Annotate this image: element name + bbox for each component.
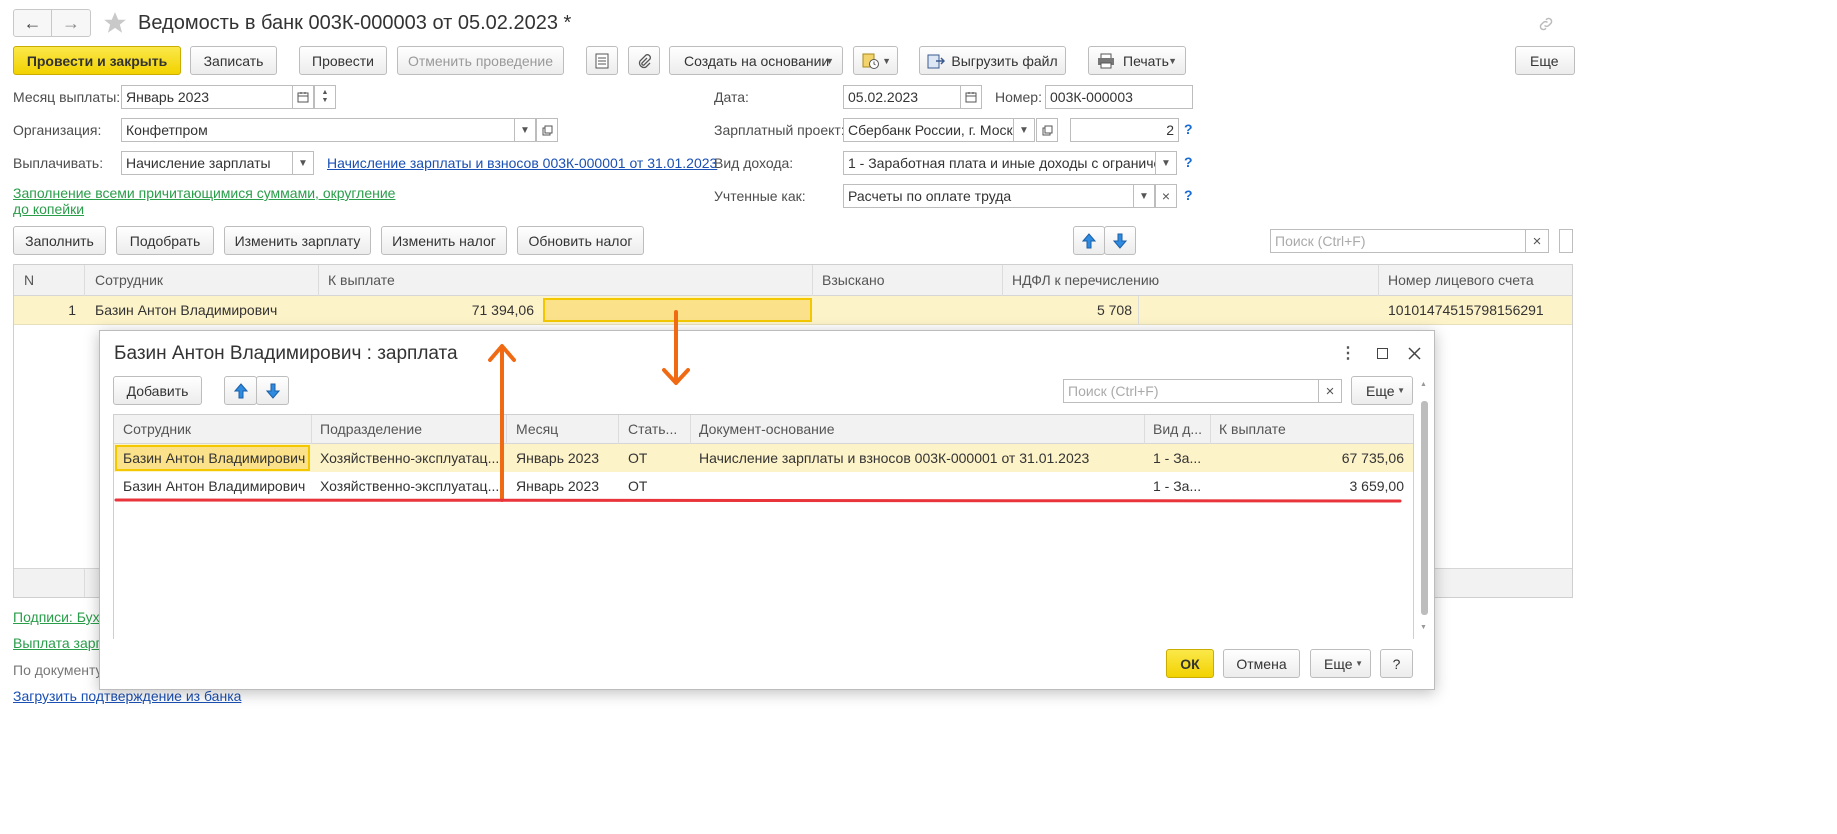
annotation-arrow-up xyxy=(488,344,516,502)
annotation-underline xyxy=(114,497,1402,503)
annotation-layer xyxy=(114,310,1402,503)
annotation-arrow-down xyxy=(662,310,690,385)
